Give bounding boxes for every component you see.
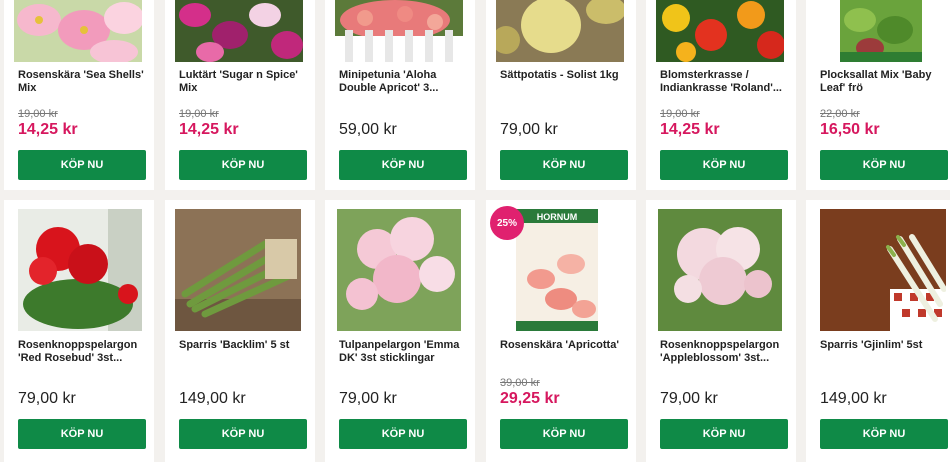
product-image[interactable] xyxy=(820,209,946,331)
product-name[interactable]: Sparris 'Gjinlim' 5st xyxy=(820,339,948,352)
product-name[interactable]: Luktärt 'Sugar n Spice' Mix xyxy=(179,69,307,95)
product-image[interactable]: HORNUM xyxy=(516,209,598,331)
product-name[interactable]: Rosenskära 'Apricotta' xyxy=(500,339,628,352)
buy-button[interactable]: KÖP NU xyxy=(18,150,146,180)
price: 149,00 kr xyxy=(179,390,246,407)
buy-button[interactable]: KÖP NU xyxy=(660,419,788,449)
old-price: 19,00 kr xyxy=(179,108,219,120)
product-name[interactable]: Sparris 'Backlim' 5 st xyxy=(179,339,307,352)
sale-price: 16,50 kr xyxy=(820,121,880,138)
sale-price: 14,25 kr xyxy=(660,121,720,138)
price: 79,00 kr xyxy=(339,390,397,407)
old-price: 39,00 kr xyxy=(500,377,540,389)
product-name[interactable]: Minipetunia 'Aloha Double Apricot' 3... xyxy=(339,69,467,95)
product-image[interactable] xyxy=(335,0,463,62)
buy-button[interactable]: KÖP NU xyxy=(820,150,948,180)
old-price: 19,00 kr xyxy=(18,108,58,120)
price: 79,00 kr xyxy=(660,390,718,407)
sale-price: 14,25 kr xyxy=(179,121,239,138)
buy-button[interactable]: KÖP NU xyxy=(179,419,307,449)
product-card[interactable]: Tulpanpelargon 'Emma DK' 3st sticklingar… xyxy=(325,200,475,462)
sale-price: 14,25 kr xyxy=(18,121,78,138)
product-card[interactable]: Plocksallat Mix 'Baby Leaf' frö 22,00 kr… xyxy=(806,0,950,190)
discount-badge: 25% xyxy=(490,206,524,240)
product-card[interactable]: Minipetunia 'Aloha Double Apricot' 3... … xyxy=(325,0,475,190)
product-card[interactable]: Sparris 'Gjinlim' 5st 149,00 kr KÖP NU xyxy=(806,200,950,462)
buy-button[interactable]: KÖP NU xyxy=(820,419,948,449)
buy-button[interactable]: KÖP NU xyxy=(660,150,788,180)
product-card[interactable]: Luktärt 'Sugar n Spice' Mix 19,00 kr 14,… xyxy=(165,0,315,190)
price: 79,00 kr xyxy=(500,121,558,138)
product-card[interactable]: Rosenknoppspelargon 'Red Rosebud' 3st...… xyxy=(4,200,154,462)
product-card[interactable]: Sparris 'Backlim' 5 st 149,00 kr KÖP NU xyxy=(165,200,315,462)
product-image[interactable] xyxy=(175,0,303,62)
product-name[interactable]: Rosenknoppspelargon 'Appleblossom' 3st..… xyxy=(660,339,788,365)
old-price: 22,00 kr xyxy=(820,108,860,120)
product-image[interactable] xyxy=(656,0,784,62)
product-name[interactable]: Sättpotatis - Solist 1kg xyxy=(500,69,628,82)
buy-button[interactable]: KÖP NU xyxy=(179,150,307,180)
product-image[interactable] xyxy=(14,0,142,62)
product-name[interactable]: Tulpanpelargon 'Emma DK' 3st sticklingar xyxy=(339,339,467,365)
buy-button[interactable]: KÖP NU xyxy=(18,419,146,449)
product-image[interactable] xyxy=(658,209,782,331)
product-image[interactable] xyxy=(496,0,624,62)
product-card[interactable]: Rosenskära 'Sea Shells' Mix 19,00 kr 14,… xyxy=(4,0,154,190)
packet-brand: HORNUM xyxy=(537,212,578,222)
product-image[interactable] xyxy=(18,209,142,331)
sale-price: 29,25 kr xyxy=(500,390,560,407)
product-image[interactable] xyxy=(840,0,922,62)
product-card[interactable]: Blomsterkrasse / Indiankrasse 'Roland'..… xyxy=(646,0,796,190)
product-image[interactable] xyxy=(175,209,301,331)
price: 59,00 kr xyxy=(339,121,397,138)
product-card[interactable]: Rosenknoppspelargon 'Appleblossom' 3st..… xyxy=(646,200,796,462)
product-name[interactable]: Plocksallat Mix 'Baby Leaf' frö xyxy=(820,69,948,95)
old-price: 19,00 kr xyxy=(660,108,700,120)
product-card[interactable]: 25% HORNUM Rosenskära 'Apricotta' 39,00 … xyxy=(486,200,636,462)
buy-button[interactable]: KÖP NU xyxy=(339,150,467,180)
buy-button[interactable]: KÖP NU xyxy=(500,419,628,449)
price: 79,00 kr xyxy=(18,390,76,407)
product-name[interactable]: Rosenknoppspelargon 'Red Rosebud' 3st... xyxy=(18,339,146,365)
product-image[interactable] xyxy=(337,209,461,331)
buy-button[interactable]: KÖP NU xyxy=(500,150,628,180)
price: 149,00 kr xyxy=(820,390,887,407)
buy-button[interactable]: KÖP NU xyxy=(339,419,467,449)
product-name[interactable]: Blomsterkrasse / Indiankrasse 'Roland'..… xyxy=(660,69,788,95)
product-name[interactable]: Rosenskära 'Sea Shells' Mix xyxy=(18,69,146,95)
product-card[interactable]: Sättpotatis - Solist 1kg 79,00 kr KÖP NU xyxy=(486,0,636,190)
